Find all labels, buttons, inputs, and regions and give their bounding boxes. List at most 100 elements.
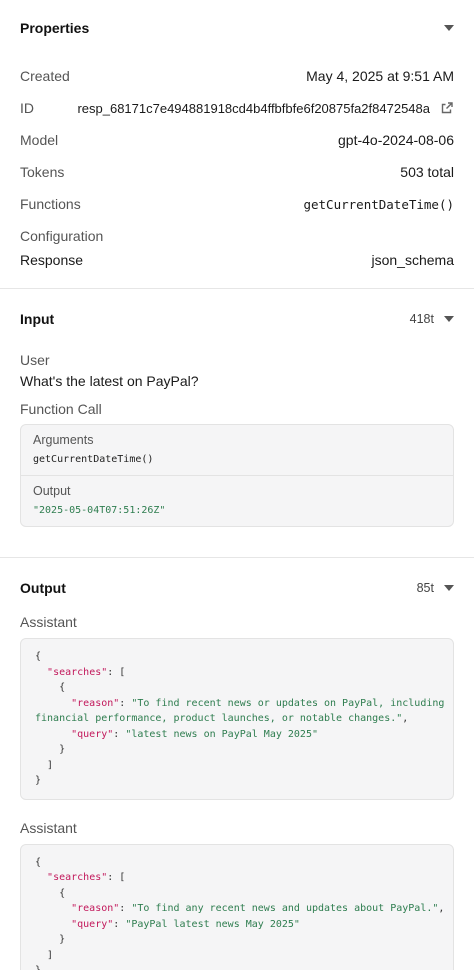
json-key: "query" <box>71 918 114 930</box>
function-output-label: Output <box>33 484 71 498</box>
assistant-role-label: Assistant <box>20 614 77 630</box>
function-output-value: "2025-05-04T07:51:26Z" <box>33 505 166 516</box>
code-line: "searches": [ <box>35 870 439 886</box>
json-punct: { <box>35 651 42 662</box>
json-string: "latest news on PayPal May 2025" <box>125 728 318 740</box>
json-key: "searches" <box>47 872 108 883</box>
json-string: "To find any recent news and updates abo… <box>131 903 439 914</box>
created-value: May 4, 2025 at 9:51 AM <box>306 68 454 84</box>
code-line: } <box>35 963 439 970</box>
configuration-row: Configuration <box>20 226 454 246</box>
response-id-value: resp_68171c7e494881918cd4b4ffbfbfe6f2087… <box>77 100 430 116</box>
created-row: Created May 4, 2025 at 9:51 AM <box>20 66 454 86</box>
code-line: { <box>35 649 439 665</box>
created-label: Created <box>20 68 70 84</box>
code-line: ] <box>35 758 439 774</box>
code-line: { <box>35 855 439 871</box>
caret-down-icon[interactable] <box>444 25 454 31</box>
json-punct: : <box>113 918 126 930</box>
json-key: "query" <box>71 728 114 740</box>
response-format-value: json_schema <box>371 252 455 268</box>
input-toggle[interactable]: 418t <box>410 312 454 326</box>
code-line: ] <box>35 948 439 964</box>
json-punct <box>35 919 71 930</box>
code-line: "reason": "To find any recent news and u… <box>35 901 444 917</box>
code-line: } <box>35 773 439 789</box>
output-section: Output 85t Assistant { "searches": [ { "… <box>0 558 474 970</box>
properties-header[interactable]: Properties <box>20 18 454 38</box>
arguments-value: getCurrentDateTime() <box>33 454 154 465</box>
json-punct: ] <box>35 759 54 771</box>
json-string: "To find recent news or updates on PayPa… <box>131 697 445 709</box>
function-call-box: Arguments getCurrentDateTime() Output "2… <box>20 424 454 527</box>
output-token-count: 85t <box>416 581 434 595</box>
code-line: { <box>35 886 439 902</box>
json-punct: : [ <box>107 666 126 678</box>
response-format-label: Response <box>20 252 84 268</box>
json-punct: } <box>35 744 66 755</box>
json-punct: { <box>35 856 42 868</box>
functions-label: Functions <box>20 196 81 212</box>
input-token-count: 418t <box>409 312 434 326</box>
functions-row: Functions getCurrentDateTime() <box>20 194 454 214</box>
json-punct: { <box>35 682 66 693</box>
caret-down-icon[interactable] <box>444 585 454 591</box>
json-punct <box>35 729 71 740</box>
functions-value: getCurrentDateTime() <box>303 196 454 212</box>
function-output-block: Output "2025-05-04T07:51:26Z" <box>21 475 453 526</box>
tokens-value: 503 total <box>400 164 454 180</box>
output-header[interactable]: Output 85t <box>20 578 454 598</box>
output-toggle[interactable]: 85t <box>417 581 454 595</box>
json-punct <box>35 698 71 709</box>
model-value: gpt-4o-2024-08-06 <box>338 132 454 148</box>
json-punct <box>35 872 47 883</box>
assistant-json-block: { "searches": [ { "reason": "To find any… <box>20 843 454 970</box>
json-string: financial performance, product launches,… <box>35 713 403 724</box>
code-line: } <box>35 932 439 948</box>
arguments-label: Arguments <box>33 433 94 447</box>
output-title: Output <box>20 580 66 596</box>
code-line: "searches": [ <box>35 665 439 681</box>
json-punct: , <box>402 713 409 724</box>
response-format-row: Response json_schema <box>20 250 454 270</box>
user-role-label: User <box>20 352 50 368</box>
input-title: Input <box>20 311 55 327</box>
code-line: } <box>35 742 439 758</box>
configuration-label: Configuration <box>20 228 104 244</box>
id-label: ID <box>20 100 34 116</box>
function-call-label: Function Call <box>20 401 102 417</box>
assistant-role-label: Assistant <box>20 819 77 836</box>
user-message: What's the latest on PayPal? <box>20 373 199 389</box>
id-row: ID resp_68171c7e494881918cd4b4ffbfbfe6f2… <box>20 98 454 118</box>
json-punct: : <box>119 903 132 914</box>
code-line: "reason": "To find recent news or update… <box>35 696 444 712</box>
properties-title: Properties <box>20 20 90 36</box>
assistant-json-block: { "searches": [ { "reason": "To find rec… <box>20 638 454 800</box>
json-punct <box>35 667 47 678</box>
code-line: financial performance, product launches,… <box>35 711 439 727</box>
json-punct: : <box>119 697 132 709</box>
code-line: { <box>35 680 439 696</box>
caret-down-icon[interactable] <box>444 316 454 322</box>
json-punct: } <box>35 775 42 786</box>
json-punct: } <box>35 965 41 970</box>
code-line: "query": "latest news on PayPal May 2025… <box>35 727 439 743</box>
json-key: "searches" <box>47 666 108 678</box>
input-section: Input 418t User What's the latest on Pay… <box>0 289 474 527</box>
json-key: "reason" <box>71 903 120 914</box>
json-punct: { <box>35 887 66 899</box>
tokens-label: Tokens <box>20 164 65 180</box>
model-row: Model gpt-4o-2024-08-06 <box>20 130 454 150</box>
json-punct: : <box>113 728 126 740</box>
arguments-block: Arguments getCurrentDateTime() <box>21 425 453 475</box>
json-key: "reason" <box>71 697 120 709</box>
input-header[interactable]: Input 418t <box>20 309 454 329</box>
properties-section: Properties Created May 4, 2025 at 9:51 A… <box>0 0 474 270</box>
model-label: Model <box>20 132 59 148</box>
tokens-row: Tokens 503 total <box>20 162 454 182</box>
json-string: "PayPal latest news May 2025" <box>125 918 300 930</box>
code-line: "query": "PayPal latest news May 2025" <box>35 917 439 933</box>
json-punct: : [ <box>107 872 126 883</box>
properties-toggle[interactable] <box>444 25 454 31</box>
external-link-icon[interactable] <box>440 101 454 115</box>
